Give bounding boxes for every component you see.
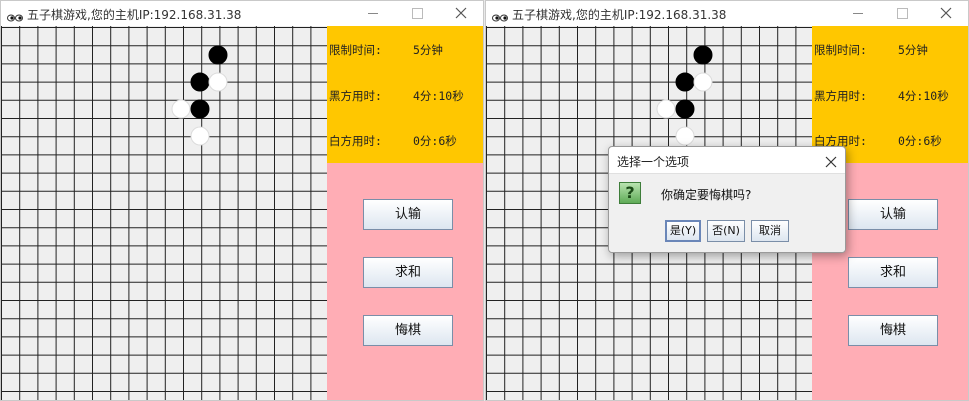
white-stone bbox=[675, 126, 695, 146]
white-stone bbox=[656, 99, 676, 119]
white-time-row: 白方用时: 0分:6秒 bbox=[327, 133, 483, 153]
black-stone bbox=[208, 45, 228, 65]
white-stone bbox=[190, 126, 210, 146]
time-limit-row: 限制时间: 5分钟 bbox=[812, 42, 968, 62]
board-grid[interactable] bbox=[1, 26, 327, 401]
time-limit-label: 限制时间: bbox=[329, 43, 382, 57]
time-limit-label: 限制时间: bbox=[814, 43, 867, 57]
draw-button[interactable]: 求和 bbox=[848, 257, 938, 288]
black-time-value: 4分:10秒 bbox=[898, 89, 949, 103]
black-stone bbox=[190, 99, 210, 119]
black-time-row: 黑方用时: 4分:10秒 bbox=[327, 88, 483, 108]
dialog-message: 你确定要悔棋吗? bbox=[661, 188, 752, 202]
time-limit-value: 5分钟 bbox=[898, 43, 928, 57]
dialog-body: ? 你确定要悔棋吗? 是(Y) 否(N) 取消 bbox=[609, 173, 845, 252]
window-title: 五子棋游戏,您的主机IP:192.168.31.38 bbox=[512, 8, 727, 22]
yes-button[interactable]: 是(Y) bbox=[665, 220, 701, 242]
black-time-label: 黑方用时: bbox=[814, 89, 867, 103]
time-limit-row: 限制时间: 5分钟 bbox=[327, 42, 483, 62]
white-time-label: 白方用时: bbox=[329, 134, 382, 148]
resign-button[interactable]: 认输 bbox=[363, 199, 453, 230]
draw-button[interactable]: 求和 bbox=[363, 257, 453, 288]
black-stone bbox=[675, 99, 695, 119]
close-icon[interactable] bbox=[439, 1, 483, 26]
resign-button[interactable]: 认输 bbox=[848, 199, 938, 230]
white-stone bbox=[693, 72, 713, 92]
app-eyes-icon bbox=[492, 8, 508, 22]
maximize-icon[interactable] bbox=[395, 1, 439, 26]
black-time-value: 4分:10秒 bbox=[413, 89, 464, 103]
white-stone bbox=[171, 99, 191, 119]
info-panel: 限制时间: 5分钟 黑方用时: 4分:10秒 白方用时: 0分:6秒 bbox=[812, 26, 968, 163]
info-panel: 限制时间: 5分钟 黑方用时: 4分:10秒 白方用时: 0分:6秒 bbox=[327, 26, 483, 163]
black-stone bbox=[190, 72, 210, 92]
black-stone bbox=[693, 45, 713, 65]
black-time-label: 黑方用时: bbox=[329, 89, 382, 103]
confirm-dialog: 选择一个选项 ? 你确定要悔棋吗? 是(Y) 否(N) 取消 bbox=[608, 146, 846, 253]
minimize-icon[interactable] bbox=[836, 1, 880, 26]
maximize-icon[interactable] bbox=[880, 1, 924, 26]
window-title: 五子棋游戏,您的主机IP:192.168.31.38 bbox=[27, 8, 242, 22]
minimize-icon[interactable] bbox=[351, 1, 395, 26]
controls-panel: 认输 求和 悔棋 bbox=[327, 163, 483, 400]
black-time-row: 黑方用时: 4分:10秒 bbox=[812, 88, 968, 108]
time-limit-value: 5分钟 bbox=[413, 43, 443, 57]
question-icon: ? bbox=[619, 182, 641, 204]
black-stone bbox=[675, 72, 695, 92]
white-time-value: 0分:6秒 bbox=[413, 134, 457, 148]
title-bar[interactable]: 五子棋游戏,您的主机IP:192.168.31.38 bbox=[1, 1, 483, 26]
dialog-close-icon[interactable] bbox=[825, 153, 837, 168]
no-button[interactable]: 否(N) bbox=[707, 220, 745, 242]
title-bar[interactable]: 五子棋游戏,您的主机IP:192.168.31.38 bbox=[486, 1, 968, 26]
white-time-value: 0分:6秒 bbox=[898, 134, 942, 148]
dialog-title: 选择一个选项 bbox=[617, 155, 690, 169]
close-icon[interactable] bbox=[924, 1, 968, 26]
white-stone bbox=[208, 72, 228, 92]
undo-button[interactable]: 悔棋 bbox=[848, 315, 938, 346]
cancel-button[interactable]: 取消 bbox=[751, 220, 789, 242]
game-window-left: 五子棋游戏,您的主机IP:192.168.31.38 限制时间: 5分钟 黑方用… bbox=[0, 0, 484, 401]
app-eyes-icon bbox=[7, 8, 23, 22]
undo-button[interactable]: 悔棋 bbox=[363, 315, 453, 346]
game-board[interactable] bbox=[1, 26, 327, 401]
